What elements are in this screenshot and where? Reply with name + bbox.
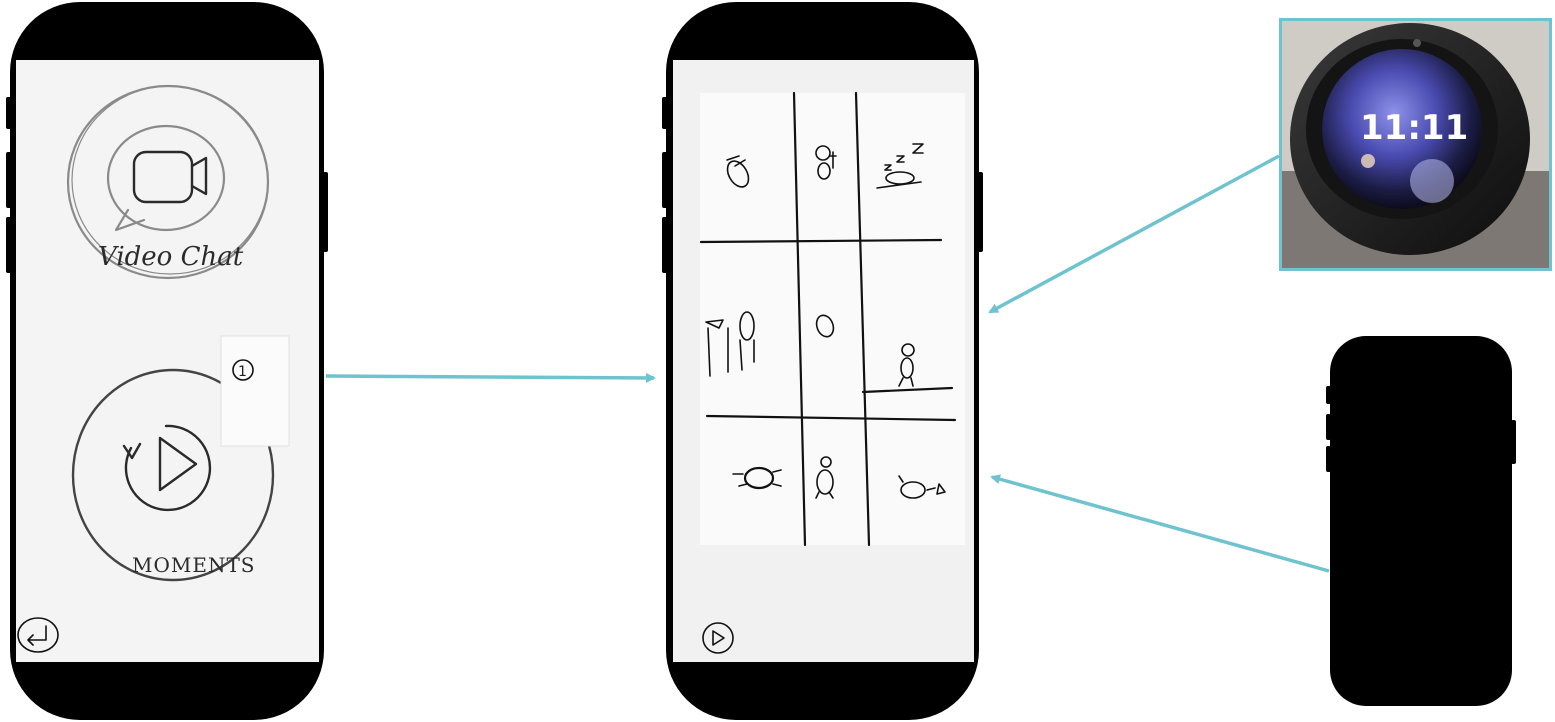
arrow-home-to-grid (325, 372, 656, 383)
arrow-phone-to-grid (990, 474, 1330, 573)
arrow-device-to-grid (988, 154, 1280, 314)
flow-arrows (325, 154, 1330, 573)
